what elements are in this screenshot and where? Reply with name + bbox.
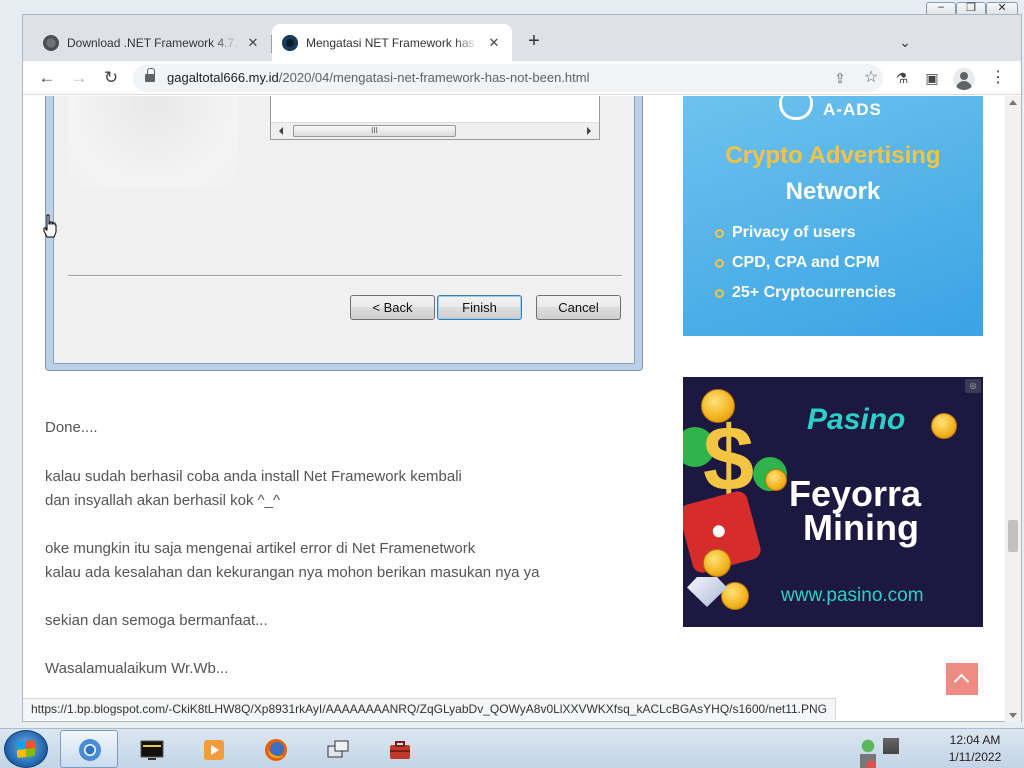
- installer-finish-button: Finish: [437, 295, 522, 320]
- cmd-window-icon: [140, 740, 164, 760]
- installer-dialog: III < Back Finish Cancel: [53, 96, 635, 364]
- taskbar-chrome[interactable]: [60, 730, 118, 768]
- close-tab-icon[interactable]: ✕: [486, 35, 502, 51]
- url-text[interactable]: gagaltotal666.my.id/2020/04/mengatasi-ne…: [167, 70, 590, 85]
- scroll-left-icon: [279, 127, 283, 135]
- scroll-down-icon[interactable]: [1009, 713, 1017, 718]
- aads-bullet: CPD, CPA and CPM: [715, 252, 896, 282]
- article-paragraph: sekian dan semoga bermanfaat...: [45, 612, 268, 629]
- taskbar: 12:04 AM 1/11/2022: [0, 728, 1024, 768]
- page-viewport: III < Back Finish Cancel Done.... kalau …: [23, 96, 1005, 710]
- installer-banner-image: [68, 96, 238, 188]
- globe-icon: [43, 34, 59, 51]
- share-icon[interactable]: ⇪: [829, 67, 851, 89]
- speaker-muted-icon[interactable]: [860, 754, 876, 768]
- installer-divider: [68, 275, 622, 276]
- aads-advert[interactable]: A-ADS Crypto Advertising Network Privacy…: [683, 96, 983, 336]
- article-paragraph: dan insyallah akan berhasil kok ^_^: [45, 492, 281, 509]
- new-tab-button[interactable]: +: [522, 30, 546, 54]
- aads-headline: Crypto Advertising: [725, 142, 941, 169]
- windows-logo-icon: [17, 740, 35, 758]
- taskbar-firefox[interactable]: [246, 730, 304, 768]
- page-scrollbar[interactable]: [1005, 96, 1021, 722]
- forward-arrow-icon[interactable]: →: [67, 66, 91, 90]
- article-paragraph: kalau ada kesalahan dan kekurangan nya m…: [45, 564, 540, 581]
- pasino-logo: Pasino: [807, 403, 906, 436]
- taskbar-cmd[interactable]: [122, 730, 180, 768]
- aads-subheadline: Network: [785, 178, 881, 205]
- tab-title: Download .NET Framework 4.7.2: [67, 35, 239, 50]
- coin-icon: [931, 413, 957, 439]
- installer-hscrollbar: III: [271, 122, 599, 139]
- pasino-advert[interactable]: ◎ $ Pasino Feyorra Mining www.pasino.com: [683, 377, 983, 627]
- firefox-icon: [265, 739, 287, 761]
- scroll-to-top-button[interactable]: [946, 663, 978, 695]
- security-shield-icon[interactable]: [860, 737, 876, 754]
- start-button[interactable]: [4, 730, 48, 768]
- link-status-bar: https://1.bp.blogspot.com/-CkiK8tLHW8Q/X…: [23, 698, 837, 720]
- article-paragraph: oke mungkin itu saja mengenai artikel er…: [45, 540, 476, 557]
- side-panel-icon[interactable]: ▣: [921, 67, 943, 89]
- adchoices-icon[interactable]: ◎: [965, 379, 981, 393]
- tab-search-chevron-icon[interactable]: ⌄: [893, 30, 917, 54]
- reload-icon[interactable]: ↻: [99, 66, 123, 90]
- aads-brand: A-ADS: [823, 100, 882, 119]
- installer-screenshot-image[interactable]: III < Back Finish Cancel: [45, 96, 643, 371]
- diamond-icon: [687, 577, 727, 607]
- pasino-site-link: www.pasino.com: [781, 585, 924, 606]
- toolbar: ← → ↻ gagaltotal666.my.id/2020/04/mengat…: [23, 61, 1021, 95]
- tab-mengatasi-net[interactable]: Mengatasi NET Framework has not been ✕: [272, 24, 512, 61]
- taskbar-toolbox[interactable]: [370, 730, 428, 768]
- article-paragraph: kalau sudah berhasil coba anda install N…: [45, 468, 462, 485]
- address-bar[interactable]: gagaltotal666.my.id/2020/04/mengatasi-ne…: [133, 64, 883, 92]
- installer-cancel-button: Cancel: [536, 295, 621, 320]
- extension-flask-icon[interactable]: ⚗: [891, 67, 913, 89]
- scroll-right-icon: [587, 127, 591, 135]
- coin-icon: [765, 469, 787, 491]
- tab-strip: Download .NET Framework 4.7.2 ✕ Mengatas…: [23, 15, 1021, 61]
- aads-logo-icon: [779, 96, 813, 120]
- page-scroll-thumb[interactable]: [1008, 520, 1018, 552]
- tab-download-net[interactable]: Download .NET Framework 4.7.2 ✕: [33, 24, 271, 61]
- clock-time: 12:04 AM: [949, 733, 1001, 747]
- tab-title: Mengatasi NET Framework has not been: [306, 35, 480, 50]
- toolbox-icon: [390, 741, 410, 759]
- pasino-title-line2: Mining: [803, 507, 919, 548]
- back-arrow-icon[interactable]: ←: [35, 66, 59, 90]
- network-icon[interactable]: [882, 737, 899, 754]
- remote-desktop-icon: [327, 740, 349, 758]
- installer-listbox: III: [270, 96, 600, 140]
- scroll-thumb: III: [293, 125, 456, 137]
- bookmark-star-icon[interactable]: ☆: [860, 67, 882, 89]
- close-tab-icon[interactable]: ✕: [245, 35, 261, 51]
- lock-icon[interactable]: [145, 68, 155, 83]
- taskbar-media[interactable]: [184, 730, 242, 768]
- article-paragraph: Wasalamualaikum Wr.Wb...: [45, 660, 229, 677]
- taskbar-remote[interactable]: [308, 730, 366, 768]
- aads-bullet: Privacy of users: [715, 222, 896, 252]
- aads-bullet-list: Privacy of users CPD, CPA and CPM 25+ Cr…: [715, 222, 896, 312]
- article-paragraph: Done....: [45, 419, 98, 436]
- kebab-menu-icon[interactable]: ⋮: [987, 67, 1009, 89]
- media-player-icon: [204, 740, 224, 760]
- aads-bullet: 25+ Cryptocurrencies: [715, 282, 896, 312]
- browser-window: Download .NET Framework 4.7.2 ✕ Mengatas…: [22, 14, 1022, 722]
- profile-avatar[interactable]: [953, 68, 975, 90]
- hand-pointer-cursor-icon: [43, 214, 57, 238]
- taskbar-clock[interactable]: 12:04 AM 1/11/2022: [940, 732, 1010, 766]
- chrome-icon: [79, 739, 101, 761]
- coin-icon: [703, 549, 731, 577]
- scroll-up-icon[interactable]: [1009, 100, 1017, 105]
- coin-icon: [701, 389, 735, 423]
- system-tray: [860, 737, 920, 768]
- clock-date: 1/11/2022: [948, 750, 1002, 764]
- site-favicon-icon: [282, 34, 298, 51]
- installer-back-button: < Back: [350, 295, 435, 320]
